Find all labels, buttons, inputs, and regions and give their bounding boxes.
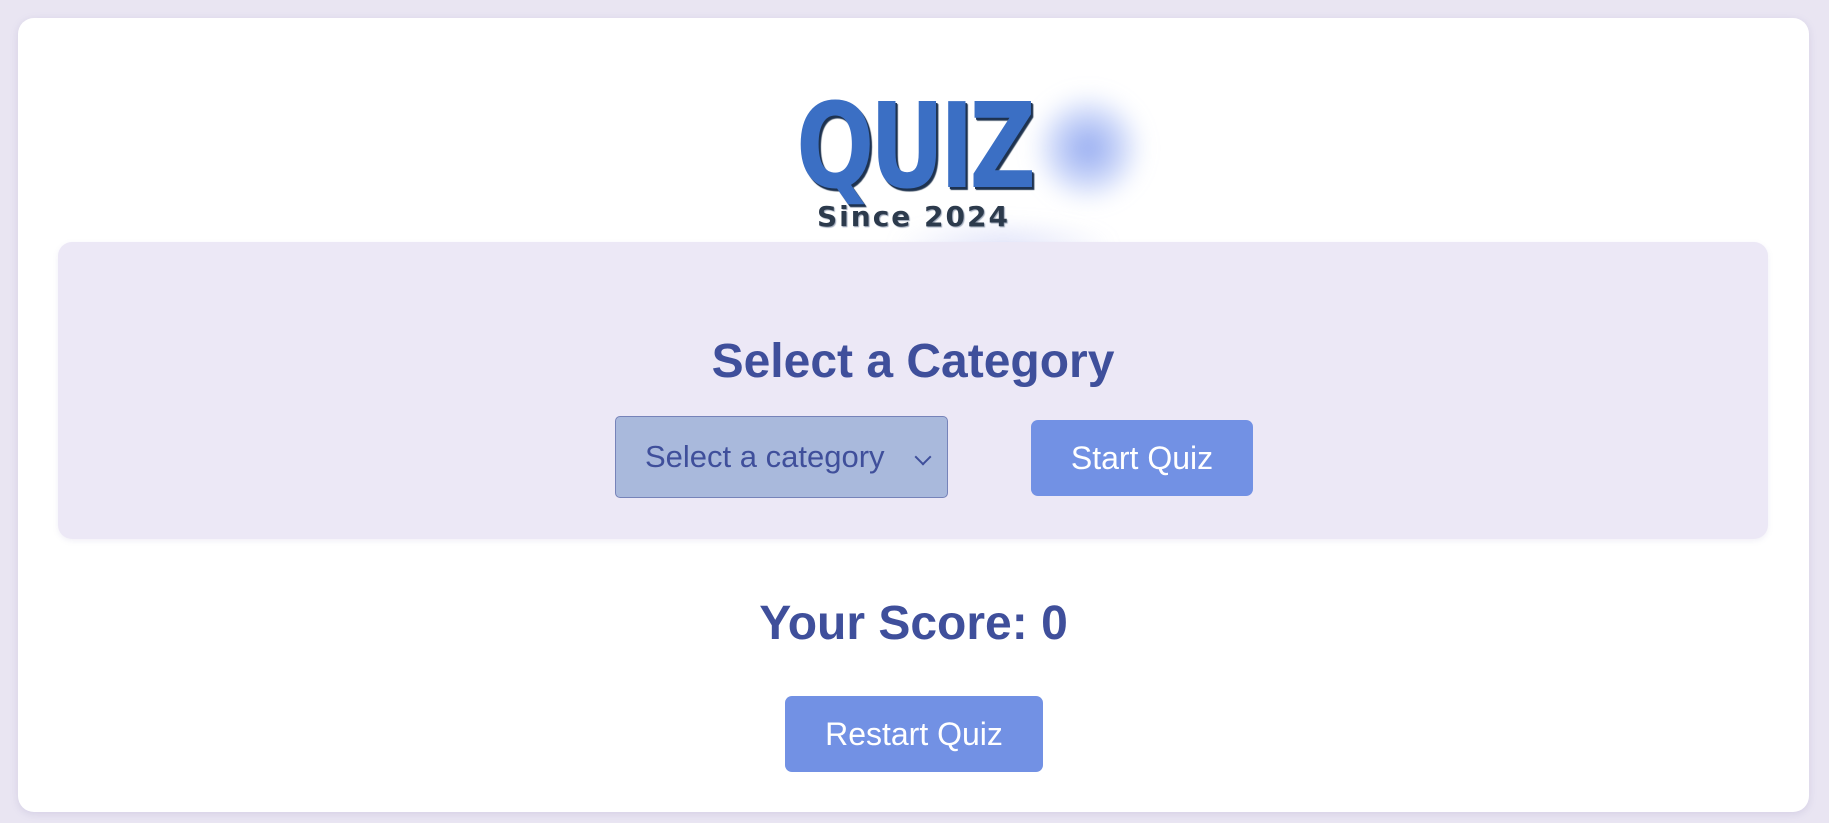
logo-tagline: Since 2024 bbox=[817, 200, 1010, 233]
score-display: Your Score: 0 bbox=[759, 597, 1068, 650]
category-select[interactable]: Select a category bbox=[615, 416, 948, 498]
category-heading: Select a Category bbox=[711, 335, 1115, 388]
quiz-card: QUIZ Since 2024 Select a Category Select… bbox=[18, 18, 1809, 812]
logo-wordmark: QUIZ bbox=[795, 77, 1036, 215]
quiz-logo: QUIZ Since 2024 bbox=[18, 68, 1809, 248]
category-panel: Select a Category Select a category Star… bbox=[58, 242, 1768, 539]
start-quiz-button[interactable]: Start Quiz bbox=[1031, 420, 1253, 496]
restart-quiz-button[interactable]: Restart Quiz bbox=[785, 696, 1043, 772]
chevron-down-icon bbox=[914, 448, 932, 466]
category-select-value: Select a category bbox=[645, 439, 885, 474]
